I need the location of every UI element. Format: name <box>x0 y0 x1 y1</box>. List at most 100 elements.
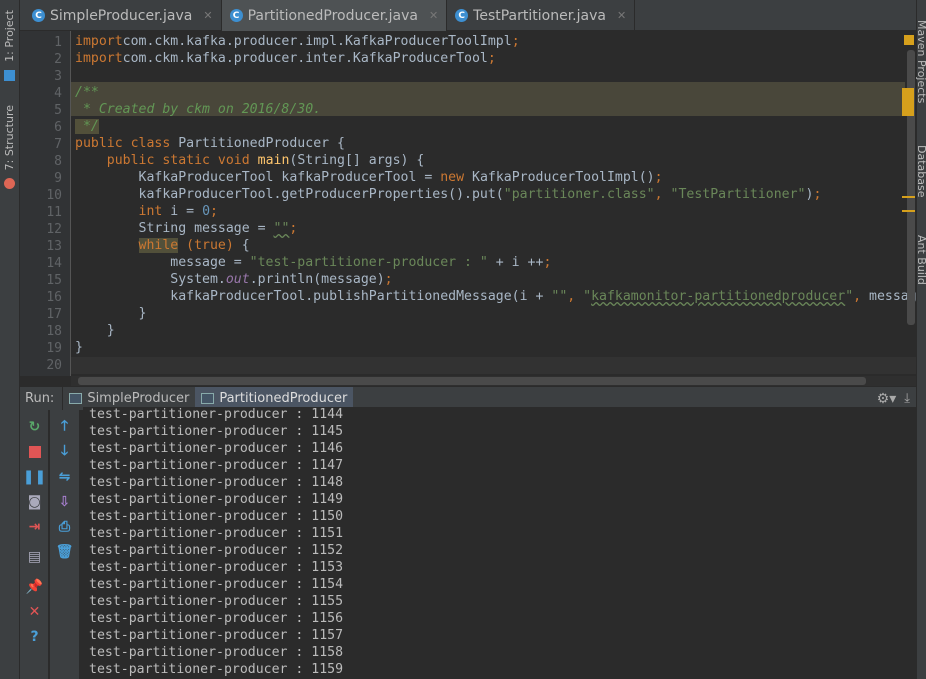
right-tool-strip: Maven Projects Database Ant Build <box>915 0 926 679</box>
console-line: test-partitioner-producer : 1147 <box>89 458 344 473</box>
soft-wrap-icon[interactable]: ⇋ <box>56 468 73 485</box>
run-tab-label: SimpleProducer <box>87 391 190 406</box>
code-token: i = <box>170 204 203 219</box>
code-token: message = <box>75 255 250 270</box>
code-token: kafkaProducerTool.publishPartitionedMess… <box>75 289 552 304</box>
run-toolbar-secondary: 🡑 🡓 ⇋ ⇩ ⎙ 🗑 <box>50 410 80 679</box>
console-line: test-partitioner-producer : 1145 <box>89 424 344 439</box>
run-tab-label: PartitionedProducer <box>219 391 348 406</box>
maven-projects-tool-button[interactable]: Maven Projects <box>915 20 926 103</box>
pause-icon[interactable]: ❚❚ <box>23 468 46 485</box>
clear-all-icon[interactable]: 🗑 <box>56 543 74 560</box>
code-token: com.ckm.kafka.producer.inter.KafkaProduc… <box>122 51 488 66</box>
up-arrow-icon[interactable]: 🡑 <box>56 418 73 435</box>
scroll-to-end-icon[interactable]: ⇩ <box>56 493 73 510</box>
code-token: , <box>567 289 584 304</box>
layout-icon[interactable]: ▤ <box>26 548 43 565</box>
code-token: } <box>75 306 147 321</box>
line-number: 16 <box>46 290 62 305</box>
code-token: int <box>138 204 171 219</box>
help-icon[interactable]: ? <box>26 628 43 645</box>
line-number: 9 <box>54 171 62 186</box>
code-token: , <box>654 187 671 202</box>
code-line: */ <box>75 119 99 136</box>
error-stripe-mark[interactable] <box>902 196 915 198</box>
java-class-icon: C <box>455 9 469 22</box>
console-line: test-partitioner-producer : 1155 <box>89 594 344 609</box>
editor-tab[interactable]: C SimpleProducer.java ✕ <box>24 0 222 31</box>
console-line: test-partitioner-producer : 1153 <box>89 560 344 575</box>
ant-build-tool-button[interactable]: Ant Build <box>915 235 926 285</box>
code-line: } <box>75 306 147 323</box>
error-stripe-mark[interactable] <box>902 210 915 212</box>
code-token: public class <box>75 136 179 151</box>
warning-status-icon[interactable] <box>904 35 914 45</box>
current-line-highlight <box>71 357 916 374</box>
code-token: ; <box>289 221 298 236</box>
hide-panel-icon[interactable]: ⤓ <box>904 391 916 406</box>
console-line: test-partitioner-producer : 1159 <box>89 662 344 677</box>
editor-horizontal-scrollbar[interactable] <box>78 377 866 385</box>
code-token: , <box>853 289 870 304</box>
line-number: 17 <box>46 307 62 322</box>
code-line: String message = ""; <box>75 221 298 238</box>
close-tab-icon[interactable]: ✕ <box>203 9 212 22</box>
code-token: import <box>75 34 123 49</box>
code-token: "test-partitioner-producer : " <box>249 255 488 270</box>
line-number: 18 <box>46 324 62 339</box>
exit-icon[interactable]: ⇥ <box>26 518 43 535</box>
editor-tab[interactable]: C TestPartitioner.java ✕ <box>447 0 636 31</box>
console-line: test-partitioner-producer : 1148 <box>89 475 344 490</box>
close-tab-icon[interactable]: ✕ <box>617 9 626 22</box>
code-token: "" <box>551 289 568 304</box>
line-number: 20 <box>46 358 62 373</box>
project-tool-button[interactable]: 1: Project <box>3 10 16 62</box>
editor-tab[interactable]: C PartitionedProducer.java ✕ <box>221 0 448 31</box>
pin-icon[interactable]: 📌 <box>26 578 43 595</box>
line-number: 1 <box>54 35 62 50</box>
code-line: System.out.println(message); <box>75 272 392 289</box>
line-number: 7 <box>54 137 62 152</box>
stop-icon[interactable] <box>26 443 43 460</box>
code-line: /** <box>75 85 99 102</box>
close-icon[interactable]: ✕ <box>26 603 43 620</box>
console-line: test-partitioner-producer : 1156 <box>89 611 344 626</box>
code-token: } <box>75 340 83 355</box>
code-line: } <box>75 323 115 340</box>
code-token: new <box>440 170 472 185</box>
close-tab-icon[interactable]: ✕ <box>429 9 438 22</box>
console-line: test-partitioner-producer : 1146 <box>89 441 344 456</box>
error-stripe-mark[interactable] <box>902 88 914 116</box>
console-line: test-partitioner-producer : 1158 <box>89 645 344 660</box>
console-output[interactable]: test-partitioner-producer : 1144 test-par… <box>83 407 916 679</box>
settings-gear-icon[interactable]: ⚙▾ <box>877 391 905 407</box>
code-line: KafkaProducerTool kafkaProducerTool = ne… <box>75 170 663 187</box>
code-token: } <box>75 323 115 338</box>
code-line: public class PartitionedProducer { <box>75 136 345 153</box>
code-token: main <box>257 153 290 168</box>
line-number: 2 <box>54 52 62 67</box>
tab-label: PartitionedProducer.java <box>247 7 418 24</box>
run-label: Run: <box>20 386 64 411</box>
code-line: kafkaProducerTool.publishPartitionedMess… <box>75 289 916 306</box>
dump-threads-icon[interactable]: ◙ <box>26 493 43 510</box>
code-token: out <box>225 272 250 287</box>
code-token: PartitionedProducer { <box>178 136 345 151</box>
down-arrow-icon[interactable]: 🡓 <box>56 443 73 460</box>
code-token: " <box>845 289 854 304</box>
line-number: 11 <box>46 205 62 220</box>
code-token: ; <box>210 204 218 219</box>
database-tool-button[interactable]: Database <box>915 145 926 198</box>
print-icon[interactable]: ⎙ <box>56 518 73 535</box>
rerun-icon[interactable]: ↻ <box>26 418 43 435</box>
tab-label: SimpleProducer.java <box>50 7 193 24</box>
code-token: { <box>241 238 250 253</box>
code-token: " <box>583 289 592 304</box>
code-token: "partitioner.class" <box>503 187 655 202</box>
line-number: 10 <box>46 188 62 203</box>
structure-tool-button[interactable]: 7: Structure <box>3 105 16 170</box>
code-editor[interactable]: importcom.ckm.kafka.producer.impl.KafkaP… <box>71 31 916 376</box>
code-token: while <box>138 238 179 253</box>
java-class-icon: C <box>229 9 243 22</box>
